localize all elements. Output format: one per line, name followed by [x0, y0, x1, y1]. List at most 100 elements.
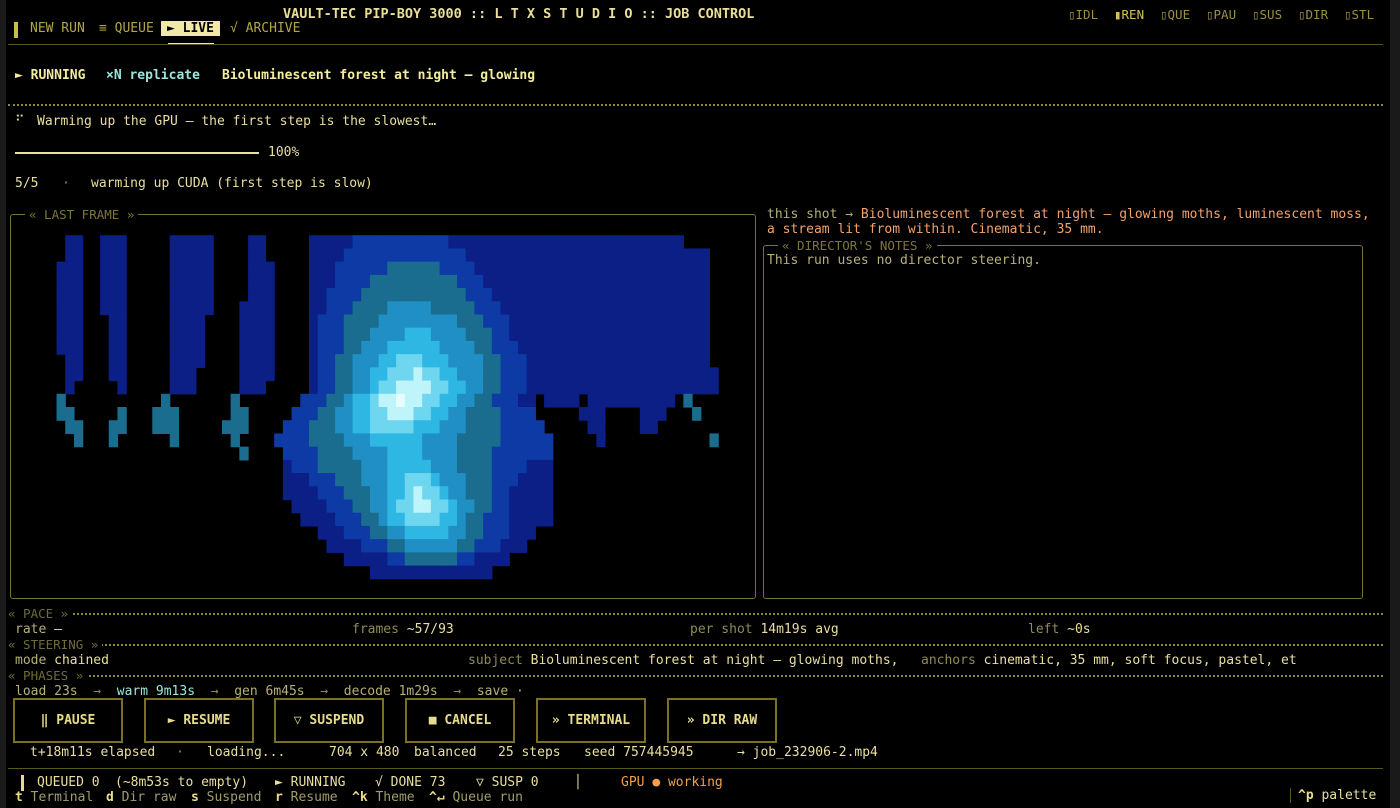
frame-pixel: [517, 354, 528, 368]
frame-pixel: [265, 327, 275, 342]
frame-pixel: [326, 539, 336, 553]
frame-pixel: [483, 301, 493, 316]
frame-pixel: [396, 393, 406, 408]
progress-bar: [15, 152, 259, 154]
frame-pixel: [657, 288, 667, 302]
tab-live[interactable]: ► LIVE: [161, 21, 220, 36]
frame-pixel: [326, 393, 336, 408]
shortcut-theme[interactable]: ^k Theme: [352, 790, 415, 805]
pause-button[interactable]: ‖ PAUSE: [13, 698, 123, 743]
frame-pixel: [326, 235, 336, 250]
frame-pixel: [683, 354, 693, 368]
frame-pixel: [291, 459, 301, 474]
dir-raw-button[interactable]: » DIR RAW: [667, 698, 777, 743]
phase-arrow-3: →: [320, 684, 329, 699]
frame-pixel: [56, 393, 66, 408]
frame-pixel: [248, 301, 258, 316]
frame-pixel: [430, 248, 441, 263]
frame-pixel: [204, 248, 214, 263]
frame-pixel: [117, 380, 127, 395]
frame-pixel: [500, 301, 510, 316]
tab-queue[interactable]: ≡ QUEUE: [99, 21, 154, 36]
shortcut-queue-run[interactable]: ^↵ Queue run: [429, 790, 523, 805]
suspend-button[interactable]: ▽ SUSPEND: [274, 698, 384, 743]
frame-pixel: [552, 248, 563, 263]
frame-pixel: [613, 327, 624, 342]
frame-pixel: [570, 380, 580, 395]
terminal-button[interactable]: » TERMINAL: [536, 698, 646, 743]
frame-pixel: [413, 552, 423, 567]
pace-section-label: « PACE »: [8, 606, 73, 621]
frame-pixel: [239, 301, 249, 316]
shortcut-dir-raw[interactable]: d Dir raw: [106, 790, 176, 805]
frame-pixel: [439, 340, 449, 355]
frame-pixel: [282, 459, 293, 474]
frame-pixel: [396, 340, 406, 355]
frame-pixel: [248, 367, 258, 382]
shortcut-suspend[interactable]: s Suspend: [191, 790, 261, 805]
frame-pixel: [422, 274, 432, 289]
frame-pixel: [491, 340, 502, 355]
shortcut-terminal[interactable]: t Terminal: [15, 790, 93, 805]
frame-pixel: [265, 367, 275, 382]
tab-new-run[interactable]: NEW RUN: [30, 21, 85, 36]
palette-hint[interactable]: ^p palette: [1290, 788, 1376, 803]
frame-pixel: [117, 261, 127, 276]
frame-pixel: [648, 393, 658, 408]
frame-pixel: [535, 235, 545, 250]
frame-pixel: [483, 340, 493, 355]
run-prompt: Bioluminescent forest at night — glowing: [222, 68, 536, 83]
frame-pixel: [352, 274, 362, 289]
frame-pixel: [500, 473, 510, 487]
frame-pixel: [544, 380, 554, 395]
frame-pixel: [474, 367, 484, 382]
subject-value: Bioluminescent forest at night — glowing…: [530, 653, 899, 668]
frame-pixel: [309, 380, 319, 395]
tab-archive[interactable]: √ ARCHIVE: [230, 21, 300, 36]
shortcut-resume[interactable]: r Resume: [275, 790, 338, 805]
frame-pixel: [300, 473, 310, 487]
frame-pixel: [491, 446, 502, 461]
frame-pixel: [509, 499, 519, 514]
cancel-button[interactable]: ■ CANCEL: [405, 698, 515, 743]
frame-pixel: [317, 525, 328, 540]
frame-pixel: [309, 367, 319, 382]
frame-pixel: [483, 499, 493, 514]
frame-pixel: [544, 473, 554, 487]
frame-pixel: [500, 552, 510, 567]
frame-pixel: [552, 314, 563, 329]
frame-pixel: [309, 301, 319, 316]
frame-pixel: [352, 261, 362, 276]
frame-pixel: [396, 301, 406, 316]
frame-pixel: [335, 235, 345, 250]
frame-pixel: [587, 340, 597, 355]
frame-pixel: [317, 459, 328, 474]
resume-button[interactable]: ► RESUME: [144, 698, 254, 743]
frame-pixel: [413, 235, 423, 250]
frame-pixel: [596, 314, 606, 329]
frame-pixel: [517, 393, 528, 408]
frame-pixel: [361, 288, 371, 302]
frame-pixel: [692, 354, 702, 368]
frame-pixel: [552, 261, 563, 276]
frame-pixel: [665, 288, 676, 302]
frame-pixel: [430, 301, 441, 316]
frame-pixel: [517, 235, 528, 250]
frame-pixel: [535, 327, 545, 342]
run-status: ► RUNNING: [15, 68, 86, 83]
frame-pixel: [396, 235, 406, 250]
frame-pixel: [683, 340, 693, 355]
run-divider: [8, 104, 1383, 106]
frame-pixel: [509, 288, 519, 302]
frame-pixel: [100, 248, 110, 263]
shot-label-text: this shot →: [767, 207, 854, 222]
frame-pixel: [448, 473, 458, 487]
frame-pixel: [570, 393, 580, 408]
frame-pixel: [526, 301, 536, 316]
frame-pixel: [352, 393, 362, 408]
frame-pixel: [544, 459, 554, 474]
frame-pixel: [674, 327, 684, 342]
frame-pixel: [378, 565, 388, 580]
frame-pixel: [448, 340, 458, 355]
frame-pixel: [561, 340, 571, 355]
